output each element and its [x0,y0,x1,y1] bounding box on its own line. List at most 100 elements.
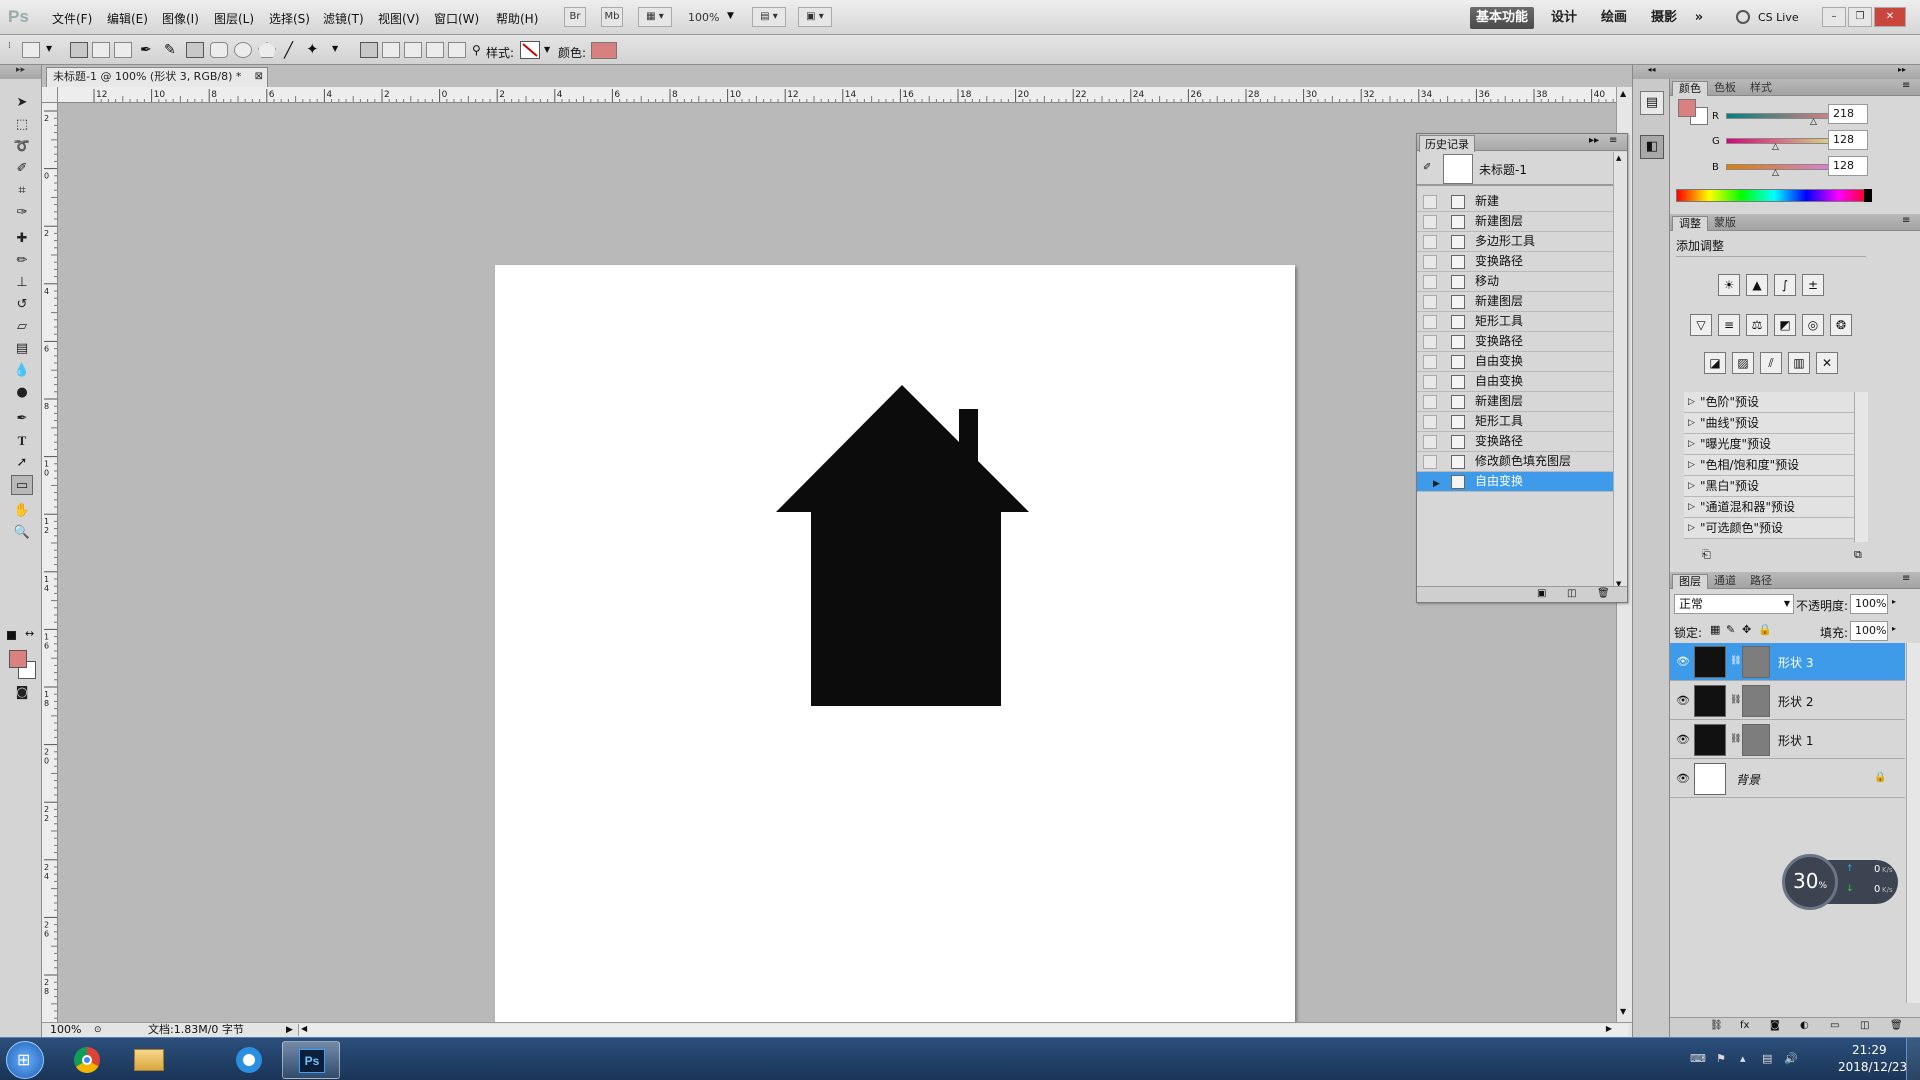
close-button[interactable]: ✕ [1874,7,1906,27]
chevron-down-icon[interactable]: ▼ [46,44,52,53]
taskbar-photoshop[interactable]: Ps [282,1041,340,1079]
dock-expand-icon[interactable]: ▸▸ [1898,65,1906,74]
zoom-level-select[interactable]: 100% [688,11,719,24]
workspace-essentials[interactable]: 基本功能 [1470,7,1534,29]
lasso-tool-icon[interactable]: ➰ [11,137,33,157]
lock-transparent-icon[interactable]: ▦ [1710,623,1720,636]
document-tab[interactable]: 未标题-1 @ 100% (形状 3, RGB/8) * ⊠ [46,67,268,87]
expand-arrow-icon[interactable]: ▷ [1688,518,1695,538]
pen-icon[interactable]: ✒ [140,42,152,58]
history-item[interactable]: 新建图层 [1417,392,1613,412]
tab-layers[interactable]: 图层 [1672,574,1708,589]
color-panel-foreground[interactable] [1678,99,1696,117]
combine-add-button[interactable] [382,42,400,58]
tray-expand-icon[interactable]: ▴ [1740,1052,1746,1065]
threshold-icon[interactable]: ⫽ [1760,352,1782,374]
tab-channels[interactable]: 通道 [1708,574,1742,589]
layer-style-icon[interactable]: fx [1740,1020,1749,1031]
bridge-button[interactable]: Br [564,7,586,27]
opacity-slider-icon[interactable]: ▸ [1892,597,1896,606]
adjustment-preset-item[interactable]: ▷ "曝光度"预设 [1684,434,1854,455]
history-brush-source-icon[interactable]: ✐ [1423,162,1431,173]
history-item[interactable]: ▶ 自由变换 [1417,472,1613,492]
history-item[interactable]: 修改颜色填充图层 [1417,452,1613,472]
history-brush-source-checkbox[interactable] [1423,335,1437,349]
history-brush-source-checkbox[interactable] [1423,355,1437,369]
taskbar-browser[interactable] [220,1041,278,1079]
history-item[interactable]: 多边形工具 [1417,232,1613,252]
brightness-icon[interactable]: ☀ [1718,274,1740,296]
invert-icon[interactable]: ◪ [1704,352,1726,374]
minibridge-button[interactable]: Mb [601,7,623,27]
link-icon[interactable]: ⚲ [472,43,481,57]
menu-image[interactable]: 图像(I) [162,10,199,27]
ramp-black-white[interactable] [1864,189,1872,202]
tool-preset-picker[interactable] [22,42,40,58]
scroll-right-icon[interactable]: ▶ [1606,1022,1612,1036]
extras-button[interactable]: ▦ ▾ [638,7,672,27]
arrange-docs-button[interactable]: ▤ ▾ [752,7,786,27]
history-brush-source-checkbox[interactable] [1423,315,1437,329]
panel-menu-icon[interactable]: ≡ [1609,135,1617,146]
status-menu-icon[interactable]: ▶ [286,1023,293,1037]
menu-select[interactable]: 选择(S) [269,10,310,27]
levels-icon[interactable]: ▲ [1746,274,1768,296]
adjustment-preset-item[interactable]: ▷ "黑白"预设 [1684,476,1854,497]
rectangle-tool-icon[interactable]: ▭ [11,475,33,495]
history-brush-source-checkbox[interactable] [1423,415,1437,429]
history-brush-source-checkbox[interactable] [1423,235,1437,249]
panel-menu-icon[interactable]: ≡ [1902,215,1910,226]
layer-row-background[interactable]: 👁 背景 🔒 [1670,760,1905,798]
path-select-tool-icon[interactable]: ➚ [11,453,33,473]
history-brush-source-checkbox[interactable] [1423,255,1437,269]
eye-icon[interactable]: 👁 [1676,733,1690,746]
layer-row-shape1[interactable]: 👁 ⛓ 形状 1 [1670,721,1905,759]
adjustment-preset-item[interactable]: ▷ "可选颜色"预设 [1684,518,1854,539]
zoom-field[interactable]: 100% [50,1023,81,1037]
trash-icon[interactable]: 🗑 [1890,1020,1903,1031]
photo-filter-icon[interactable]: ◎ [1802,314,1824,336]
blur-tool-icon[interactable]: 💧 [11,361,33,381]
history-panel-icon[interactable]: ▤ [1640,91,1664,115]
combine-exclude-button[interactable] [448,42,466,58]
horizontal-ruler[interactable]: 12 10 8 6 4 2 0 2 4 6 8 10 12 14 16 18 20 22 24 26 28 30 32 34 3… [58,87,1632,103]
tray-volume-icon[interactable]: 🔊 [1784,1052,1798,1065]
hue-saturation-icon[interactable]: ≡ [1718,314,1740,336]
curves-icon[interactable]: ∫ [1774,274,1796,296]
pen-tool-icon[interactable]: ✒ [11,409,33,429]
collapse-icon[interactable]: ▸▸ [1589,135,1599,146]
expand-arrow-icon[interactable]: ▷ [1688,455,1695,475]
history-brush-source-checkbox[interactable] [1423,395,1437,409]
eye-icon[interactable]: 👁 [1676,655,1690,668]
scroll-up-icon[interactable]: ▲ [1616,154,1621,162]
style-swatch[interactable] [520,41,540,59]
opacity-input[interactable]: 100% [1850,594,1888,614]
close-tab-icon[interactable]: ⊠ [255,68,263,86]
screen-mode-button[interactable]: ▣ ▾ [798,7,832,27]
chevron-down-icon[interactable]: ▼ [727,11,734,21]
color-swatch[interactable] [591,42,617,59]
house-shape[interactable] [495,265,1295,1065]
start-button[interactable]: ⊞ [6,1041,44,1079]
trash-icon[interactable]: 🗑 [1597,588,1610,599]
canvas-area[interactable] [58,103,1624,1065]
eraser-tool-icon[interactable]: ▱ [11,317,33,337]
new-document-icon[interactable]: ▣ [1537,588,1546,599]
vibrance-icon[interactable]: ▽ [1690,314,1712,336]
expand-arrow-icon[interactable]: ▷ [1688,413,1695,433]
history-item[interactable]: 自由变换 [1417,372,1613,392]
history-brush-source-checkbox[interactable] [1423,275,1437,289]
hand-tool-icon[interactable]: ✋ [11,501,33,521]
tab-color[interactable]: 颜色 [1672,81,1708,96]
workspace-more[interactable]: » [1688,7,1710,29]
b-slider-thumb[interactable]: △ [1772,168,1779,178]
rounded-rect-button[interactable] [210,42,228,58]
quick-mask-icon[interactable]: ◙ [11,683,33,703]
cslive-button[interactable]: CS Live [1758,11,1799,24]
default-colors-icon[interactable] [7,631,16,640]
group-icon[interactable]: ▭ [1830,1020,1839,1031]
exposure-icon[interactable]: ± [1802,274,1824,296]
history-item[interactable]: 变换路径 [1417,432,1613,452]
new-layer-icon[interactable]: ◫ [1860,1020,1869,1031]
foreground-color-swatch[interactable] [9,650,27,668]
